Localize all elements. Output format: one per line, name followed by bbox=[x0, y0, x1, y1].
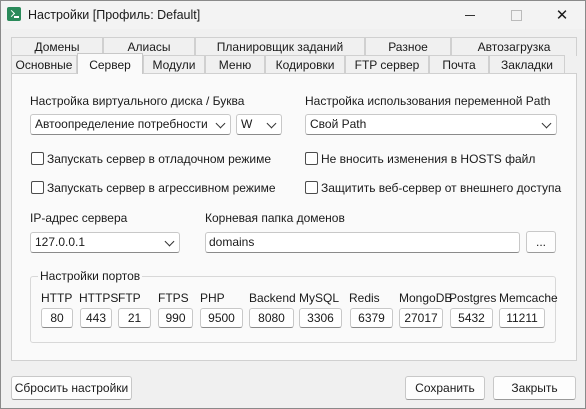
tab-scheduler[interactable]: Планировщик заданий bbox=[195, 37, 365, 56]
port-input-http[interactable]: 80 bbox=[41, 308, 73, 328]
vdisk-label: Настройка виртуального диска / Буква bbox=[30, 94, 245, 108]
settings-window: Настройки [Профиль: Default] ✕ Домены Ал… bbox=[0, 0, 586, 409]
tab-misc[interactable]: Разное bbox=[365, 37, 451, 56]
ip-label: IP-адрес сервера bbox=[30, 211, 128, 225]
port-input-postgres[interactable]: 5432 bbox=[450, 308, 493, 328]
close-button[interactable]: Закрыть bbox=[493, 376, 576, 400]
port-label-ftps: FTPS bbox=[158, 291, 189, 305]
tab-autostart[interactable]: Автозагрузка bbox=[451, 37, 577, 56]
chevron-down-icon bbox=[541, 118, 552, 129]
tab-modules[interactable]: Модули bbox=[143, 55, 205, 74]
root-folder-label: Корневая папка доменов bbox=[205, 211, 345, 225]
ip-select-value: 127.0.0.1 bbox=[35, 235, 86, 249]
ip-select[interactable]: 127.0.0.1 bbox=[30, 232, 180, 253]
close-window-button[interactable]: ✕ bbox=[539, 1, 585, 29]
protect-web-label[interactable]: Защитить веб-сервер от внешнего доступа bbox=[321, 181, 561, 195]
debug-mode-label[interactable]: Запускать сервер в отладочном режиме bbox=[47, 152, 271, 166]
port-input-mysql[interactable]: 3306 bbox=[299, 308, 342, 328]
port-label-ftp: FTP bbox=[118, 291, 141, 305]
path-select[interactable]: Свой Path bbox=[305, 114, 557, 135]
title-bar: Настройки [Профиль: Default] ✕ bbox=[1, 1, 585, 29]
port-input-ftp[interactable]: 21 bbox=[118, 308, 151, 328]
port-input-php[interactable]: 9500 bbox=[200, 308, 243, 328]
port-label-mongodb: MongoDB bbox=[399, 291, 453, 305]
port-label-php: PHP bbox=[200, 291, 225, 305]
port-label-memcache: Memcache bbox=[499, 291, 558, 305]
vdisk-letter-value: W bbox=[241, 117, 253, 131]
save-button[interactable]: Сохранить bbox=[405, 376, 485, 400]
port-input-ftps[interactable]: 990 bbox=[158, 308, 193, 328]
no-hosts-label[interactable]: Не вносить изменения в HOSTS файл bbox=[321, 152, 535, 166]
chevron-down-icon bbox=[164, 236, 175, 247]
tab-ftp-server[interactable]: FTP сервер bbox=[345, 55, 429, 74]
chevron-down-icon bbox=[266, 118, 277, 129]
vdisk-select-value: Автоопределение потребности bbox=[35, 117, 208, 131]
port-input-redis[interactable]: 6379 bbox=[350, 308, 393, 328]
maximize-button[interactable] bbox=[493, 1, 539, 29]
port-input-mongodb[interactable]: 27017 bbox=[399, 308, 443, 328]
aggressive-mode-label[interactable]: Запускать сервер в агрессивном режиме bbox=[47, 181, 276, 195]
tab-bookmarks[interactable]: Закладки bbox=[489, 55, 565, 74]
tab-row-bottom: Основные Сервер Модули Меню Кодировки FT… bbox=[11, 53, 577, 74]
port-label-redis: Redis bbox=[349, 291, 380, 305]
minimize-button[interactable] bbox=[447, 1, 493, 29]
path-select-value: Свой Path bbox=[310, 117, 367, 131]
path-label: Настройка использования переменной Path bbox=[305, 94, 551, 108]
vdisk-select[interactable]: Автоопределение потребности bbox=[30, 114, 231, 135]
tab-mail[interactable]: Почта bbox=[429, 55, 489, 74]
port-input-backend[interactable]: 8080 bbox=[249, 308, 294, 328]
terminal-icon bbox=[7, 7, 21, 21]
port-label-backend: Backend bbox=[249, 291, 296, 305]
tab-encodings[interactable]: Кодировки bbox=[265, 55, 345, 74]
browse-button[interactable]: ... bbox=[526, 231, 556, 253]
debug-mode-checkbox[interactable] bbox=[31, 152, 44, 165]
tab-general[interactable]: Основные bbox=[11, 55, 77, 74]
window-title: Настройки [Профиль: Default] bbox=[28, 8, 201, 22]
root-folder-input[interactable]: domains bbox=[205, 232, 520, 253]
no-hosts-checkbox[interactable] bbox=[305, 152, 318, 165]
aggressive-mode-checkbox[interactable] bbox=[31, 181, 44, 194]
ports-group-title: Настройки портов bbox=[38, 269, 143, 283]
port-input-https[interactable]: 443 bbox=[80, 308, 112, 328]
port-label-postgres: Postgres bbox=[449, 291, 497, 305]
port-input-memcache[interactable]: 11211 bbox=[499, 308, 545, 328]
chevron-down-icon bbox=[215, 118, 226, 129]
reset-settings-button[interactable]: Сбросить настройки bbox=[11, 376, 132, 400]
tab-server[interactable]: Сервер bbox=[77, 53, 143, 74]
tab-menu[interactable]: Меню bbox=[205, 55, 265, 74]
protect-web-checkbox[interactable] bbox=[305, 181, 318, 194]
vdisk-letter-select[interactable]: W bbox=[236, 114, 282, 135]
port-label-https: HTTPS bbox=[79, 291, 119, 305]
port-label-mysql: MySQL bbox=[299, 291, 340, 305]
port-label-http: HTTP bbox=[41, 291, 73, 305]
